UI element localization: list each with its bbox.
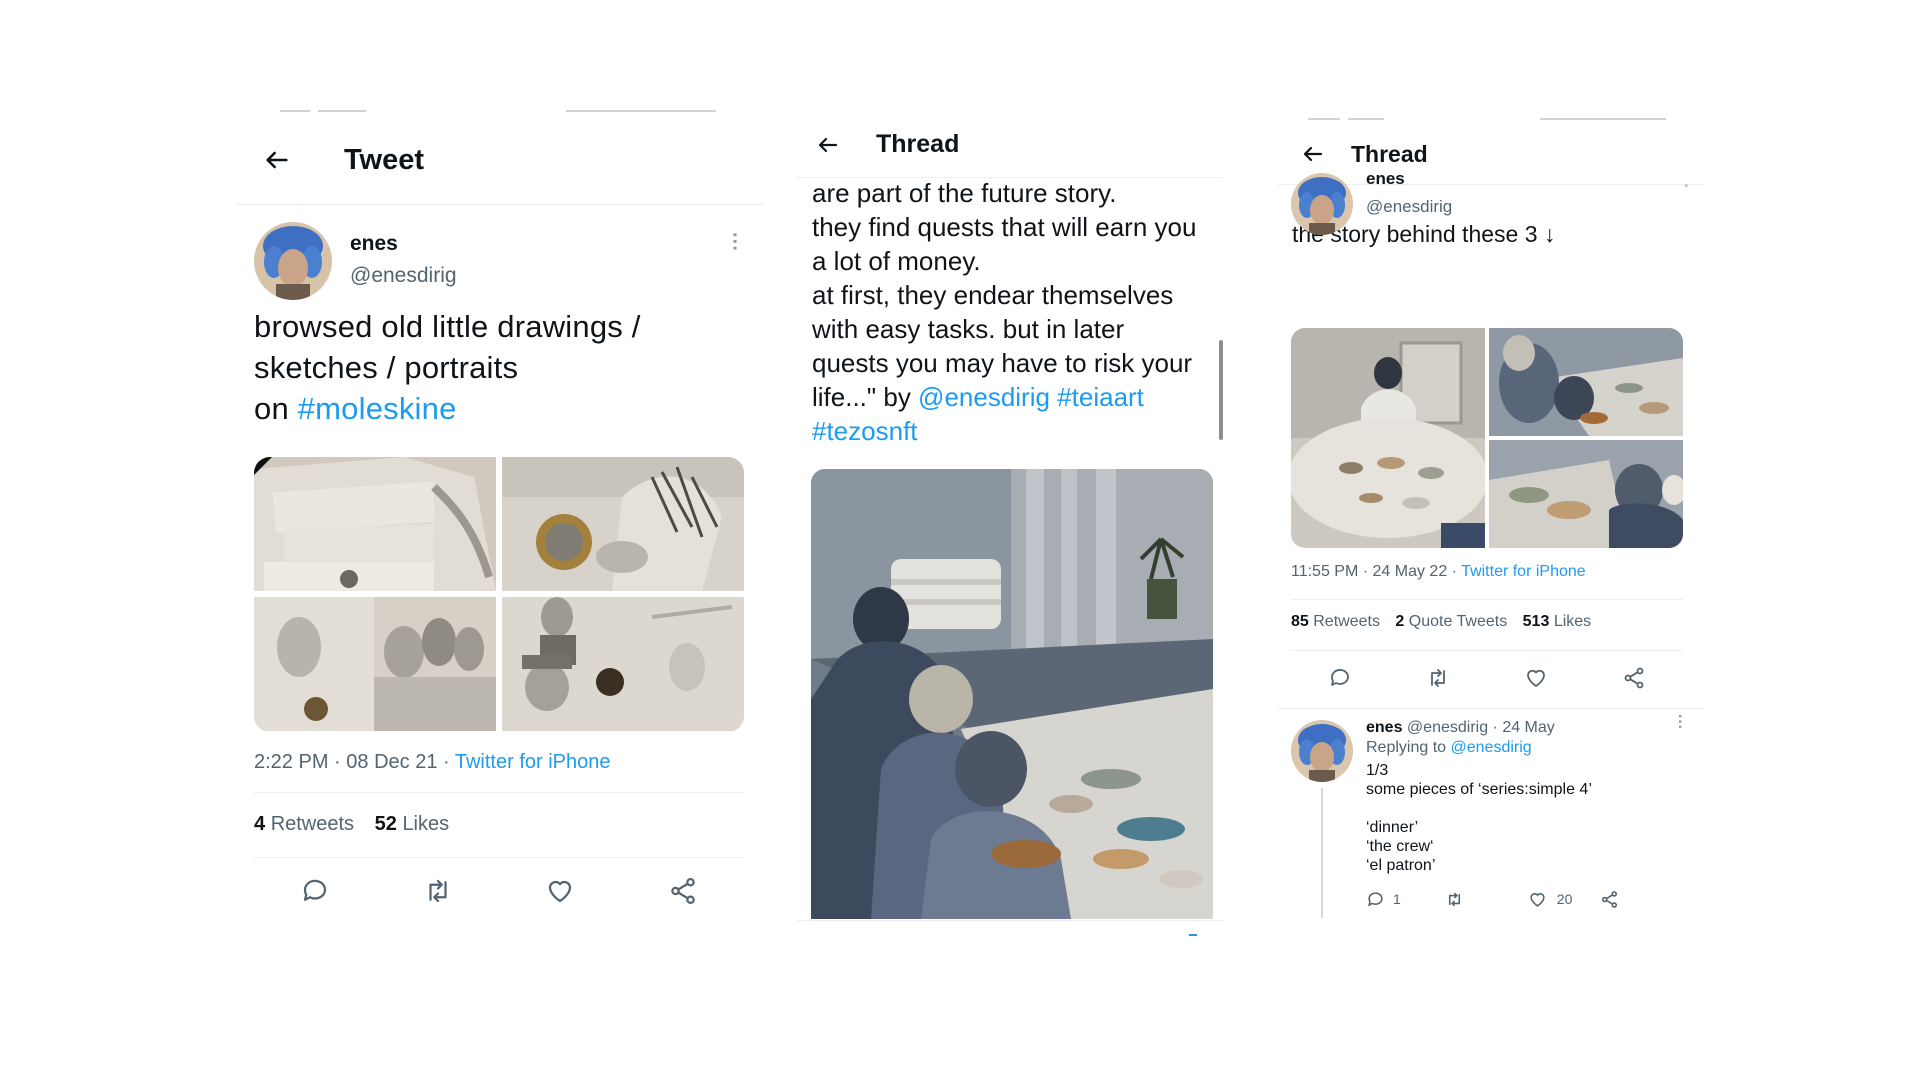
back-arrow-icon[interactable] (815, 132, 841, 158)
thread-screen: Thread are part of the future story. the… (797, 112, 1223, 942)
media-grid (254, 457, 744, 732)
share-icon[interactable] (1622, 666, 1646, 695)
source-link[interactable]: Twitter for iPhone (1461, 563, 1586, 580)
media-image[interactable] (1291, 328, 1485, 548)
text-line: ‘dinner’ (1366, 819, 1419, 836)
text-line: ‘el patron’ (1366, 857, 1436, 874)
text-line: 1/3 (1366, 762, 1389, 779)
back-arrow-icon[interactable] (1300, 141, 1326, 167)
media-grid (1291, 328, 1683, 548)
tweet-text: browsed old little drawings / sketches /… (254, 309, 641, 426)
tweet-header: Tweet (236, 116, 764, 205)
like-count: 20 (1556, 891, 1573, 907)
text-line (1366, 799, 1686, 818)
media-image[interactable] (254, 597, 496, 731)
tweet-author: enes @enesdirig • (1278, 173, 1704, 239)
text-line: a lot of money. (812, 246, 981, 276)
thread-header: Thread (797, 112, 1223, 178)
reply-action-bar: 1 20 (1366, 889, 1686, 909)
engagement-counts: 4 Retweets 52 Likes (254, 793, 746, 857)
author-handle[interactable]: @enesdirig (350, 264, 457, 288)
media-image[interactable] (502, 457, 744, 591)
tweet-time: 2:22 PM (254, 751, 329, 773)
media-image[interactable] (502, 597, 744, 731)
source-link[interactable]: Twitter for iPhone (455, 751, 611, 773)
reply-icon[interactable] (1366, 890, 1385, 909)
engagement-counts: 85 Retweets 2 Quote Tweets 513 Likes (1291, 613, 1591, 631)
text-line: they find quests that will earn you (812, 212, 1197, 242)
action-bar (254, 858, 744, 925)
author-handle[interactable]: @enesdirig (1366, 197, 1452, 217)
tweet-meta: 2:22 PM · 08 Dec 21 · Twitter for iPhone (254, 751, 611, 773)
more-options-icon[interactable]: • (1684, 181, 1688, 187)
like-icon[interactable] (1528, 890, 1547, 909)
more-options-icon[interactable]: ··· (1671, 714, 1688, 730)
thread-header: Thread (1278, 124, 1704, 185)
status-bar (1278, 110, 1704, 124)
likes-stat[interactable]: 52 Likes (375, 813, 450, 835)
reply-count: 1 (1393, 891, 1401, 907)
quotes-stat[interactable]: 2 Quote Tweets (1395, 613, 1507, 630)
reply-date: 24 May (1502, 719, 1555, 736)
text-line: quests you may have to risk your (812, 348, 1193, 378)
reply-tweet[interactable]: enes @enesdirig · 24 May Replying to @en… (1278, 708, 1704, 922)
tweet-date: 24 May 22 (1372, 563, 1448, 580)
more-options-icon[interactable]: ··· (723, 232, 745, 252)
likes-stat[interactable]: 513 Likes (1523, 613, 1592, 630)
tweet-date: 08 Dec 21 (346, 751, 438, 773)
like-icon[interactable] (1524, 666, 1548, 695)
replying-to: Replying to @enesdirig (1366, 739, 1532, 756)
media-image[interactable] (1489, 328, 1683, 436)
retweet-icon[interactable] (1445, 890, 1464, 909)
bottom-divider (797, 920, 1223, 921)
share-icon[interactable] (668, 876, 698, 911)
mention-link[interactable]: @enesdirig (918, 382, 1050, 412)
like-icon[interactable] (545, 876, 575, 911)
tweet-meta: 11:55 PM · 24 May 22 · Twitter for iPhon… (1291, 563, 1586, 580)
media-image[interactable] (1489, 440, 1683, 548)
retweet-icon[interactable] (1426, 666, 1450, 695)
share-icon[interactable] (1600, 890, 1619, 909)
reply-text: 1/3 some pieces of ‘series:simple 4’ ‘di… (1366, 761, 1686, 875)
back-arrow-icon[interactable] (262, 145, 292, 175)
header-title: Thread (876, 130, 960, 158)
avatar[interactable] (254, 222, 332, 300)
reply-icon[interactable] (1328, 666, 1352, 695)
mention-link[interactable]: @enesdirig (1451, 739, 1532, 756)
tweet-time: 11:55 PM (1291, 563, 1359, 580)
hashtag-link[interactable]: #tezosnft (812, 416, 918, 446)
retweets-stat[interactable]: 85 Retweets (1291, 613, 1380, 630)
media-image[interactable] (811, 469, 1213, 919)
hashtag-link[interactable]: #teiaart (1057, 382, 1144, 412)
thread-text: are part of the future story. they find … (797, 176, 1223, 448)
text-line: some pieces of ‘series:simple 4’ (1366, 781, 1592, 798)
scrollbar[interactable] (1219, 340, 1223, 440)
media-image[interactable] (254, 457, 496, 591)
status-bar (236, 110, 764, 116)
action-bar (1291, 654, 1683, 706)
author-name[interactable]: enes (350, 232, 457, 256)
author-name[interactable]: enes (1366, 719, 1402, 736)
author-handle[interactable]: @enesdirig (1407, 719, 1488, 736)
hashtag-link[interactable]: #moleskine (298, 391, 457, 426)
header-title: Tweet (344, 143, 425, 176)
text-line: at first, they endear themselves (812, 280, 1174, 310)
text-line: with easy tasks. but in later (812, 314, 1125, 344)
thread-line (1321, 788, 1323, 918)
tweet-screen: Tweet enes @enesdirig ··· browsed old li… (236, 110, 764, 925)
avatar[interactable] (1291, 720, 1353, 782)
retweet-icon[interactable] (423, 876, 453, 911)
text-line: are part of the future story. (812, 178, 1117, 208)
avatar[interactable] (1291, 173, 1353, 235)
retweets-stat[interactable]: 4 Retweets (254, 813, 354, 835)
reply-header: enes @enesdirig · 24 May (1366, 719, 1555, 736)
author-name[interactable]: enes (1366, 173, 1405, 185)
reply-icon[interactable] (300, 876, 330, 911)
thread-screen: Thread enes @enesdirig • the story behin… (1278, 110, 1704, 922)
tweet-body: enes @enesdirig ··· browsed old little d… (236, 222, 764, 925)
header-title: Thread (1351, 140, 1428, 167)
text-line: ‘the crew‘ (1366, 838, 1434, 855)
